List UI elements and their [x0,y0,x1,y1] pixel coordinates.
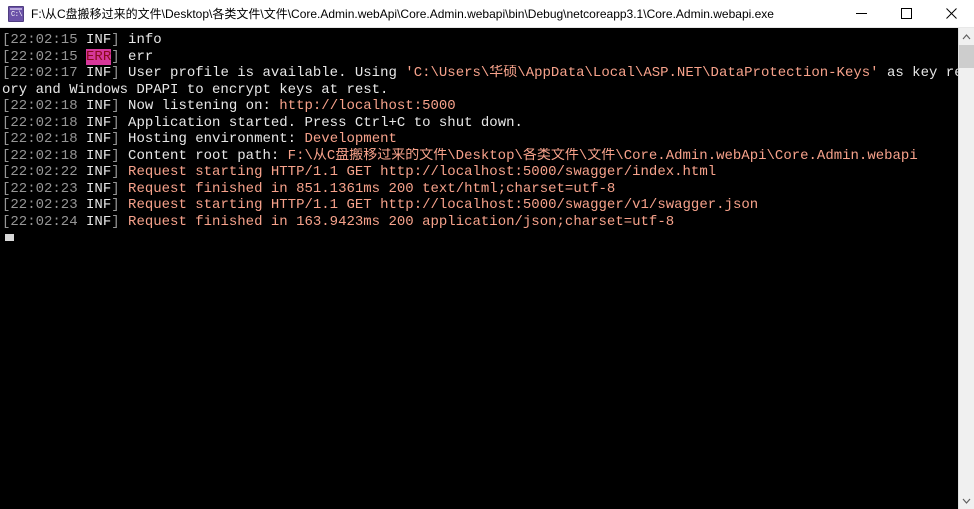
log-message-segment: Request starting HTTP/1.1 GET http://loc… [119,164,717,180]
log-level-info: INF [86,180,112,197]
window-title: F:\从C盘搬移过来的文件\Desktop\各类文件\文件\Core.Admin… [31,7,774,21]
scroll-down-arrow[interactable] [959,492,974,509]
console-line: [22:02:15 INF] info [2,32,958,49]
log-message-segment: Development [304,131,397,147]
log-message-segment: User profile is available. Using [119,65,406,81]
log-level-info: INF [86,131,112,147]
log-timestamp: [22:02:15 [2,48,87,65]
block-cursor [5,234,14,241]
log-level-error: ERR [86,48,112,65]
log-level-info: INF [86,65,112,81]
log-bracket: ] [111,164,120,180]
console-app-icon: C:\ [8,5,24,22]
console-line: ory and Windows DPAPI to encrypt keys at… [2,82,958,99]
log-message-segment: Now listening on: [119,98,280,114]
console-line: [22:02:18 INF] Now listening on: http://… [2,98,958,115]
vertical-scrollbar[interactable] [958,28,974,509]
log-timestamp: [22:02:23 [2,180,87,197]
log-bracket: ] [111,65,120,81]
log-timestamp: [22:02:15 [2,32,87,48]
log-bracket: ] [111,197,120,213]
console-line: [22:02:18 INF] Application started. Pres… [2,115,958,132]
log-timestamp: [22:02:17 [2,65,87,81]
log-bracket: ] [111,32,120,48]
log-bracket: ] [111,131,120,147]
scroll-up-arrow[interactable] [959,28,974,45]
log-bracket: ] [111,114,120,131]
log-level-info: INF [86,98,112,114]
scroll-thumb[interactable] [959,45,974,68]
log-message-segment: info [119,32,162,48]
console-line: [22:02:22 INF] Request starting HTTP/1.1… [2,164,958,181]
console-line: [22:02:15 ERR] err [2,48,958,66]
log-message-segment: err [119,48,154,65]
log-message-segment: F:\从C盘搬移过来的文件\Desktop\各类文件\文件\Core.Admin… [287,147,918,164]
app-icon-titlestrip [10,7,22,10]
log-bracket: ] [111,147,120,164]
console-line: [22:02:23 INF] Request starting HTTP/1.1… [2,197,958,214]
console-line: [22:02:23 INF] Request finished in 851.1… [2,181,958,198]
log-timestamp: [22:02:18 [2,114,87,131]
console-output[interactable]: [22:02:15 INF] info [22:02:15 ERR] err [22… [0,28,958,509]
log-message-segment: Application started. Press Ctrl+C to shu… [119,114,523,131]
log-timestamp: [22:02:18 [2,147,87,164]
log-level-info: INF [86,114,112,131]
log-timestamp: [22:02:22 [2,164,87,180]
chevron-up-icon [962,33,971,39]
log-message-segment: ory and Windows DPAPI to encrypt keys at… [2,81,389,98]
log-level-info: INF [86,164,112,180]
window-controls [839,0,974,28]
console-window: C:\ F:\从C盘搬移过来的文件\Desktop\各类文件\文件\Core.A… [0,0,974,509]
log-bracket: ] [111,180,120,197]
log-timestamp: [22:02:18 [2,131,87,147]
log-bracket: ] [111,48,120,65]
maximize-button[interactable] [884,0,929,28]
chevron-down-icon [962,498,971,504]
log-level-info: INF [86,32,112,48]
log-message-segment: Request finished in 163.9423ms 200 appli… [119,213,675,230]
console-line: [22:02:24 INF] Request finished in 163.9… [2,214,958,231]
log-message-segment: Hosting environment: [119,131,305,147]
console-line: [22:02:18 INF] Hosting environment: Deve… [2,131,958,148]
close-button[interactable] [929,0,974,28]
title-bar[interactable]: C:\ F:\从C盘搬移过来的文件\Desktop\各类文件\文件\Core.A… [0,0,974,28]
log-level-info: INF [86,147,112,164]
console-line: [22:02:18 INF] Content root path: F:\从C盘… [2,148,958,165]
minimize-icon [856,13,867,14]
log-message-segment: 'C:\Users\华硕\AppData\Local\ASP.NET\DataP… [405,65,879,81]
log-timestamp: [22:02:23 [2,197,87,213]
log-timestamp: [22:02:24 [2,213,87,230]
log-message-segment: Request starting HTTP/1.1 GET http://loc… [119,197,759,213]
app-icon-prompt-glyph: C:\ [11,10,23,19]
log-message-segment: Request finished in 851.1361ms 200 text/… [119,180,616,197]
close-icon [946,8,957,19]
maximize-icon [901,8,912,19]
log-bracket: ] [111,98,120,114]
log-message-segment: Content root path: [119,147,288,164]
log-level-info: INF [86,197,112,213]
log-bracket: ] [111,213,120,230]
console-line: [22:02:17 INF] User profile is available… [2,65,958,82]
minimize-button[interactable] [839,0,884,28]
log-level-info: INF [86,213,112,230]
log-timestamp: [22:02:18 [2,98,87,114]
log-message-segment: http://localhost:5000 [279,98,456,114]
log-message-segment: as key reposit [886,65,958,81]
